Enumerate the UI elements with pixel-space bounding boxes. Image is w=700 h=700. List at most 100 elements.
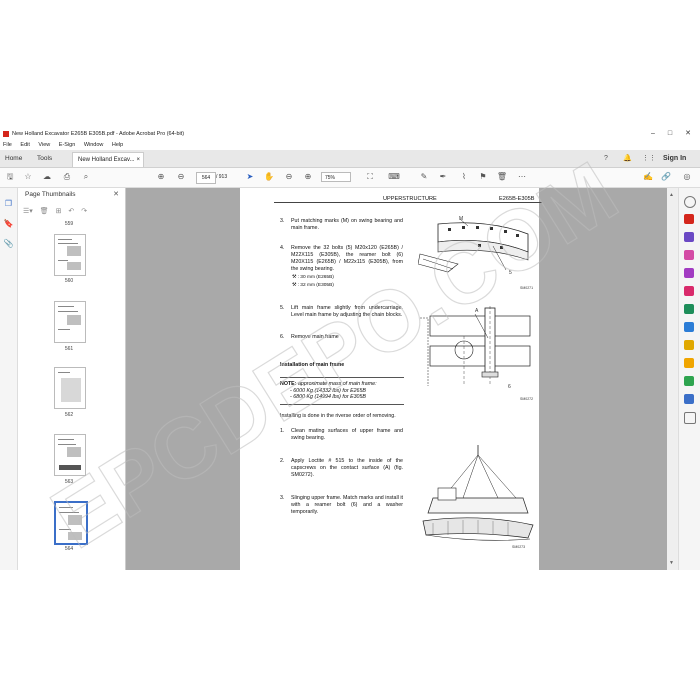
thumbnail-label: 562 (64, 412, 74, 418)
close-window-button[interactable]: ✕ (680, 127, 696, 141)
help-icon[interactable]: ? (604, 150, 608, 167)
select-cursor-icon[interactable]: ➤ (244, 171, 256, 183)
search-tools-icon[interactable] (684, 196, 696, 208)
wrench-size-2: ⚒ : 32 mm (E305B) (292, 283, 334, 288)
tab-document[interactable]: New Holland Excav... × (72, 152, 144, 167)
comment-tool-icon[interactable] (684, 286, 694, 296)
thumbnail-label: 559 (64, 221, 74, 227)
thumbnail-label: 560 (64, 278, 74, 284)
acrobat-window: New Holland Excavator E265B E305B.pdf - … (0, 127, 700, 570)
menu-file[interactable]: File (3, 142, 12, 148)
fill-sign-icon[interactable]: ✍ (642, 171, 654, 183)
menu-help[interactable]: Help (112, 142, 123, 148)
thumbnail-page[interactable] (54, 234, 86, 276)
page-count: / 913 (216, 174, 228, 180)
comment-icon[interactable]: ✎ (418, 171, 430, 183)
thumbnail-page-selected[interactable] (54, 501, 88, 545)
apps-grid-icon[interactable]: ⋮⋮ (642, 150, 656, 167)
next-page-icon[interactable]: ⊖ (175, 171, 187, 183)
thumb-delete-icon[interactable]: 🗑 (40, 208, 49, 215)
thumb-redo-icon[interactable]: ↷ (81, 208, 87, 215)
tab-document-label: New Holland Excav... (78, 157, 135, 163)
stamp-icon[interactable]: ⚑ (477, 171, 489, 183)
edit-pdf-icon[interactable] (684, 250, 694, 260)
fig1-label-5: 5 (509, 270, 512, 276)
menu-window[interactable]: Window (84, 142, 104, 148)
highlight-icon[interactable]: ⌇ (458, 171, 470, 183)
scroll-down-icon[interactable]: ▼ (669, 560, 675, 566)
tab-home[interactable]: Home (5, 150, 22, 167)
minimize-button[interactable]: – (645, 127, 661, 141)
notification-bell-icon[interactable]: 🔔 (623, 150, 632, 167)
fig2-label-6: 6 (508, 384, 511, 390)
tab-bar: Home Tools New Holland Excav... × ? 🔔 ⋮⋮… (0, 150, 700, 168)
export-pdf-icon[interactable] (684, 214, 694, 224)
install-intro: Installing is done in the riverse order … (280, 413, 396, 419)
acrobat-app-icon (3, 131, 9, 137)
removal-step: 5. Lift main frame slightly from undercar… (280, 305, 403, 318)
maximize-button[interactable]: □ (662, 127, 678, 141)
page-thumbnails-icon[interactable]: ❐ (3, 198, 14, 209)
stamp-tool-icon[interactable] (684, 376, 694, 386)
main-toolbar: 🖫 ☆ ☁ ⎙ ⌕ ⊕ ⊖ 564 / 913 ➤ ✋ ⊖ ⊕ 75% ⛶ ⌨ … (0, 168, 700, 188)
delete-icon[interactable]: 🗑 (496, 171, 508, 183)
upload-cloud-icon[interactable]: ☁ (41, 171, 53, 183)
sign-in-link[interactable]: Sign In (663, 150, 686, 167)
left-nav-rail: ❐ 🔖 📎 (0, 188, 18, 570)
thumbnail-label: 563 (64, 479, 74, 485)
document-vertical-scrollbar[interactable]: ▲ ▼ (667, 188, 677, 570)
thumb-insert-icon[interactable]: ⊞ (56, 208, 62, 215)
zoom-out-icon[interactable]: ⊖ (283, 171, 295, 183)
close-panel-icon[interactable]: ✕ (113, 190, 119, 198)
hand-tool-icon[interactable]: ✋ (263, 171, 275, 183)
prev-page-icon[interactable]: ⊕ (155, 171, 167, 183)
more-tools-icon[interactable] (684, 412, 696, 424)
thumb-undo-icon[interactable]: ↶ (68, 208, 74, 215)
fig2-id: SM0272 (520, 397, 534, 401)
create-pdf-icon[interactable] (684, 232, 694, 242)
fig1-label-m: M (459, 216, 464, 222)
thumb-options-icon[interactable]: ☰▾ (23, 208, 33, 215)
thumbnail-page[interactable] (54, 434, 86, 476)
menu-esign[interactable]: E-Sign (59, 142, 76, 148)
tab-tools[interactable]: Tools (37, 150, 52, 167)
install-step: 3. Slinging upper frame. Match marks and … (280, 495, 403, 515)
scroll-up-icon[interactable]: ▲ (669, 192, 675, 198)
menu-edit[interactable]: Edit (20, 142, 29, 148)
print-icon[interactable]: ⎙ (61, 171, 73, 183)
removal-step: 6. Remove main frame (280, 334, 339, 340)
pen-icon[interactable]: ✒ (437, 171, 449, 183)
figure-swing-bearing (418, 218, 529, 273)
scan-ocr-icon[interactable] (684, 340, 694, 350)
attachments-icon[interactable]: 📎 (3, 238, 14, 249)
page-number-input[interactable]: 564 (196, 172, 216, 184)
account-icon[interactable]: ◎ (681, 171, 693, 183)
send-comments-icon[interactable] (684, 358, 694, 368)
keyboard-icon[interactable]: ⌨ (388, 171, 400, 183)
thumbnail-page[interactable] (54, 301, 86, 343)
bookmarks-icon[interactable]: 🔖 (3, 218, 14, 229)
pdf-page: UPPERSTRUCTURE E265B-E305B 3. Put matchin… (240, 188, 542, 570)
tab-close-icon[interactable]: × (136, 153, 140, 168)
organize-pages-icon[interactable] (684, 322, 694, 332)
menu-view[interactable]: View (38, 142, 50, 148)
fill-sign-tool-icon[interactable] (684, 268, 694, 278)
zoom-in-icon[interactable]: ⊕ (302, 171, 314, 183)
bookmark-star-icon[interactable]: ☆ (22, 171, 34, 183)
zoom-select[interactable]: 75% (321, 172, 351, 182)
search-icon[interactable]: ⌕ (80, 171, 92, 183)
save-icon[interactable]: 🖫 (4, 171, 16, 183)
title-bar: New Holland Excavator E265B E305B.pdf - … (0, 127, 700, 141)
thumbnail-label: 561 (64, 346, 74, 352)
note-block: NOTE: approximate mass of main frame: - … (280, 381, 377, 400)
thumbnail-page[interactable] (54, 367, 86, 409)
fig2-label-a: A (475, 308, 479, 314)
right-tools-pane (678, 188, 700, 570)
fit-page-icon[interactable]: ⛶ (364, 171, 376, 183)
more-options-icon[interactable]: ⋯ (516, 171, 528, 183)
protect-icon[interactable] (684, 394, 694, 404)
share-link-icon[interactable]: 🔗 (660, 171, 672, 183)
removal-step: 4. Remove the 32 bolts (5) M20x120 (E265B… (280, 245, 403, 272)
combine-files-icon[interactable] (684, 304, 694, 314)
thumbnails-panel-title: Page Thumbnails (25, 191, 76, 198)
